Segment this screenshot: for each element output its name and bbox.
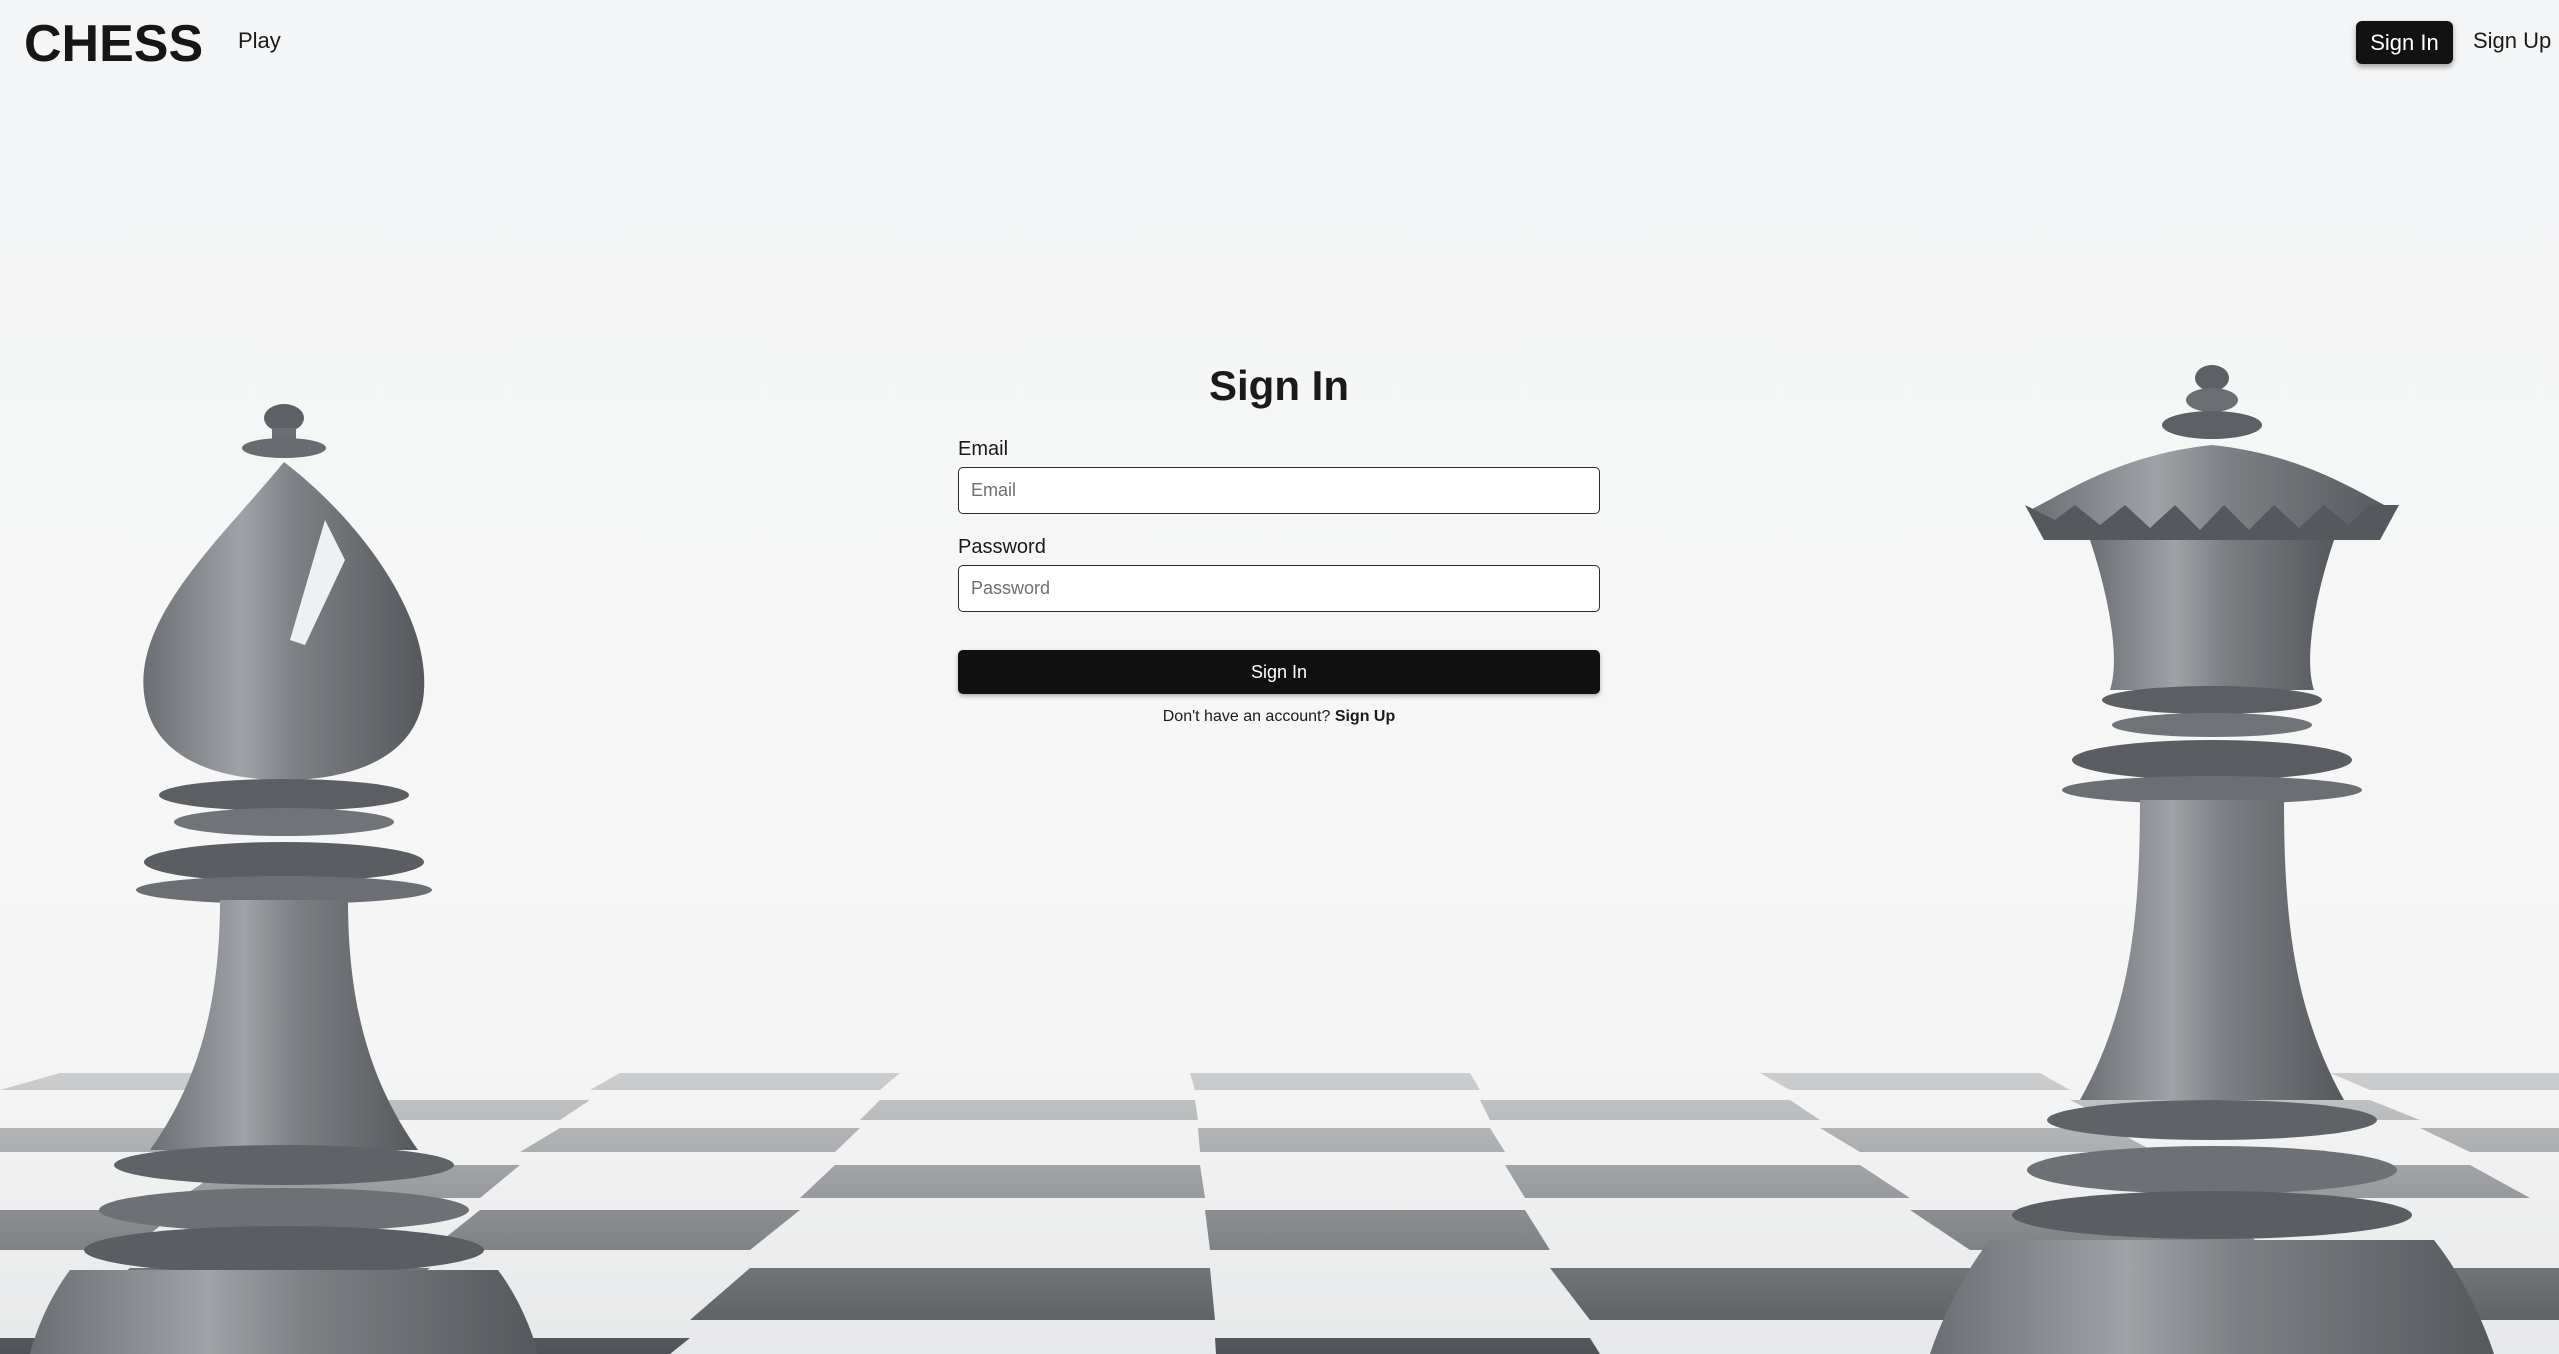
top-navigation-bar: CHESS Play Sign In Sign Up [0,0,2559,84]
email-input[interactable] [958,467,1600,514]
header-sign-up-link[interactable]: Sign Up [2473,28,2551,54]
sign-up-link[interactable]: Sign Up [1335,708,1395,725]
sign-in-submit-button[interactable]: Sign In [958,650,1600,694]
chess-logo[interactable]: CHESS [24,14,203,74]
password-label: Password [958,536,1046,558]
form-title: Sign In [1209,362,1349,409]
password-field-group: Password [958,536,1600,612]
header-sign-in-button[interactable]: Sign In [2356,21,2453,64]
sign-up-prompt-text: Don't have an account? [1162,708,1335,725]
sign-in-form: Sign In Email Password Sign In Don't hav… [958,362,1600,726]
email-field-group: Email [958,438,1600,514]
password-input[interactable] [958,565,1600,612]
email-label: Email [958,438,1009,460]
sign-up-prompt: Don't have an account? Sign Up [958,708,1600,726]
nav-play-link[interactable]: Play [238,28,281,54]
